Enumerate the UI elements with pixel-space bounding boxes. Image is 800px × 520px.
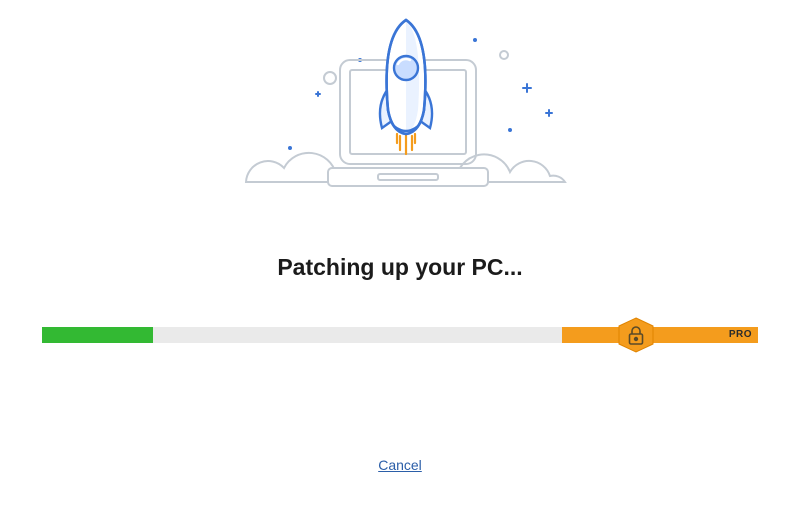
progress-bar: PRO [42,315,758,355]
hero-illustration [0,0,800,230]
progress-fill [42,327,153,343]
rocket-laptop-illustration [220,10,580,220]
lock-icon[interactable] [614,317,658,353]
status-title: Patching up your PC... [0,254,800,281]
pro-label: PRO [729,329,752,340]
cancel-button[interactable]: Cancel [378,457,422,473]
